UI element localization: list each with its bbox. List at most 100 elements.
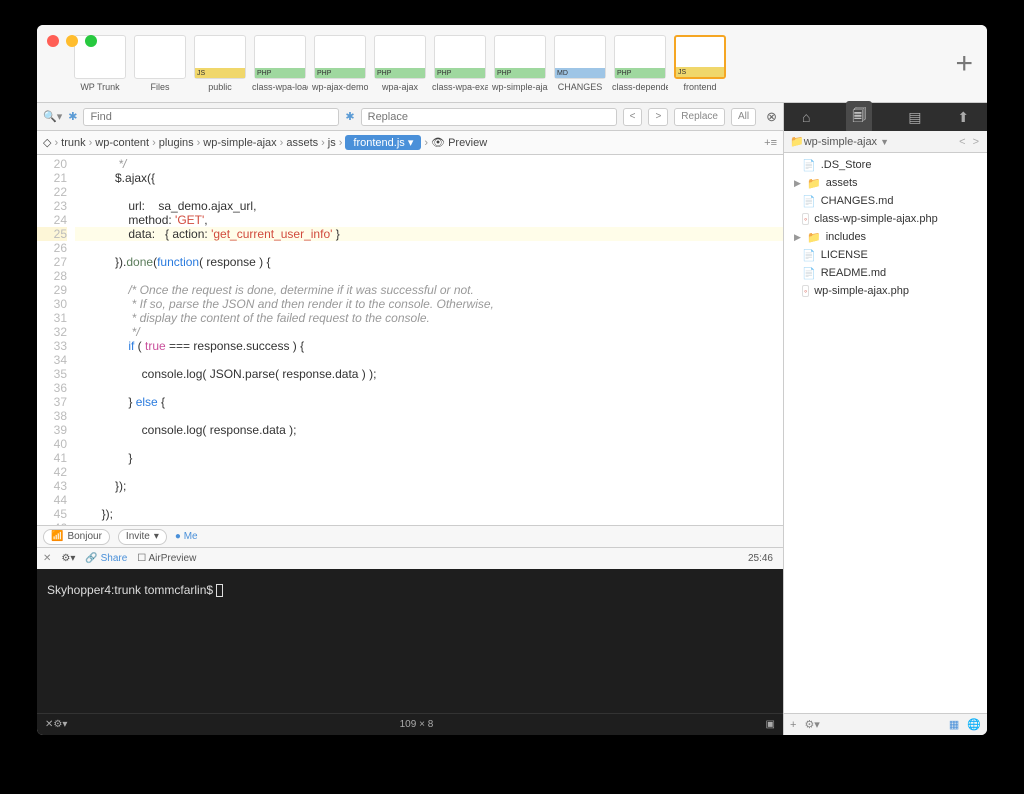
code-line[interactable]: }).done(function( response ) { <box>75 255 783 269</box>
file-assets[interactable]: ▶📁assets <box>784 174 987 192</box>
code-line[interactable]: if ( true === response.success ) { <box>75 339 783 353</box>
gear-icon[interactable]: ⚙▾ <box>61 553 75 564</box>
home-icon[interactable]: ⌂ <box>802 109 810 125</box>
code-line[interactable]: */ <box>75 157 783 171</box>
code-line[interactable]: * If so, parse the JSON and then render … <box>75 297 783 311</box>
crumb-js[interactable]: js <box>328 137 336 149</box>
replace-input[interactable] <box>361 108 617 126</box>
replace-button[interactable]: Replace <box>674 108 725 126</box>
code-line[interactable]: console.log( JSON.parse( response.data )… <box>75 367 783 381</box>
code-line[interactable] <box>75 381 783 395</box>
close-window[interactable] <box>47 35 59 47</box>
code-line[interactable] <box>75 409 783 423</box>
code-line[interactable] <box>75 185 783 199</box>
crumb-wp-content[interactable]: wp-content <box>95 137 149 149</box>
tab-frontend[interactable]: JSfrontend <box>672 35 728 92</box>
line-number: 29 <box>37 283 67 297</box>
file-readme-md[interactable]: 📄README.md <box>784 264 987 282</box>
share-button[interactable]: 🔗 Share <box>85 553 127 564</box>
file-nav[interactable]: < > <box>959 136 981 148</box>
minimize-window[interactable] <box>66 35 78 47</box>
file-wp-simple-ajax-php[interactable]: ◦wp-simple-ajax.php <box>784 282 987 300</box>
tab-wp-ajax-demo[interactable]: PHPwp-ajax-demo <box>312 35 368 92</box>
code-line[interactable] <box>75 493 783 507</box>
tab-changes[interactable]: MDCHANGES <box>552 35 608 92</box>
code-line[interactable]: url: sa_demo.ajax_url, <box>75 199 783 213</box>
zoom-window[interactable] <box>85 35 97 47</box>
crumb-plugins[interactable]: plugins <box>159 137 194 149</box>
terminal-expand-icon[interactable]: ▣ <box>766 719 775 730</box>
invite-button[interactable]: Invite ▾ <box>118 529 167 545</box>
tab-public[interactable]: JSpublic <box>192 35 248 92</box>
preview-button[interactable]: 👁 Preview <box>431 136 487 149</box>
view-remote-icon[interactable]: 🌐 <box>967 718 981 731</box>
upload-icon[interactable]: ⬆ <box>957 109 969 126</box>
terminal-footer-gear-icon[interactable]: ⚙▾ <box>53 719 67 730</box>
code-line[interactable]: */ <box>75 325 783 339</box>
terminal-footer-close-icon[interactable]: ✕ <box>45 719 53 730</box>
file-includes[interactable]: ▶📁includes <box>784 228 987 246</box>
line-number: 27 <box>37 255 67 269</box>
code-line[interactable] <box>75 241 783 255</box>
search-icon[interactable]: 🔍▾ <box>43 110 62 123</box>
code-line[interactable]: data: { action: 'get_current_user_info' … <box>75 227 783 241</box>
file--ds_store[interactable]: 📄.DS_Store <box>784 156 987 174</box>
tab-class-wpa-loader[interactable]: PHPclass-wpa-loader <box>252 35 308 92</box>
add-file-icon[interactable]: + <box>790 719 796 731</box>
crumb-trunk[interactable]: trunk <box>61 137 85 149</box>
line-number: 28 <box>37 269 67 283</box>
current-file-pill[interactable]: frontend.js ▾ <box>345 135 421 150</box>
doc-icon[interactable]: ▤ <box>908 109 921 126</box>
find-input[interactable] <box>83 108 339 126</box>
symbol-icon[interactable]: ◇ <box>43 136 51 149</box>
crumb-wp-simple-ajax[interactable]: wp-simple-ajax <box>203 137 276 149</box>
regex-replace-icon[interactable]: ✱ <box>345 110 354 123</box>
tab-class-wpa-example[interactable]: PHPclass-wpa-example <box>432 35 488 92</box>
file-changes-md[interactable]: 📄CHANGES.md <box>784 192 987 210</box>
airpreview-button[interactable]: ☐ AirPreview <box>137 553 196 564</box>
tab-class-dependency-[interactable]: PHPclass-dependency- <box>612 35 668 92</box>
new-tab-button[interactable]: + <box>955 47 973 81</box>
code-area[interactable]: */ $.ajax({ url: sa_demo.ajax_url, metho… <box>75 155 783 525</box>
file-class-wp-simple-ajax-php[interactable]: ◦class-wp-simple-ajax.php <box>784 210 987 228</box>
code-line[interactable]: /* Once the request is done, determine i… <box>75 283 783 297</box>
code-line[interactable] <box>75 437 783 451</box>
code-editor[interactable]: 2021222324252627282930313233343536373839… <box>37 155 783 525</box>
bonjour-button[interactable]: 📶 Bonjour <box>43 529 110 545</box>
file-license[interactable]: 📄LICENSE <box>784 246 987 264</box>
line-number: 25 <box>37 227 67 241</box>
me-indicator: ● Me <box>175 531 198 542</box>
code-line[interactable] <box>75 269 783 283</box>
folder-dropdown-icon[interactable]: ▼ <box>880 137 889 147</box>
crumb-nav[interactable]: +≡ <box>764 137 777 149</box>
code-line[interactable]: } else { <box>75 395 783 409</box>
right-panel-tabs: ⌂ 🗐 ▤ ⬆ <box>784 103 987 131</box>
files-icon[interactable]: 🗐 <box>846 101 872 133</box>
nav-next-button[interactable]: > <box>648 108 668 126</box>
terminal-close-icon[interactable]: ✕ <box>43 553 51 564</box>
code-line[interactable]: }); <box>75 479 783 493</box>
code-line[interactable]: $.ajax({ <box>75 171 783 185</box>
file-gear-icon[interactable]: ⚙▾ <box>804 718 819 731</box>
code-line[interactable]: }); <box>75 507 783 521</box>
tab-files[interactable]: Files <box>132 35 188 92</box>
nav-prev-button[interactable]: < <box>623 108 643 126</box>
crumb-assets[interactable]: assets <box>286 137 318 149</box>
line-number: 26 <box>37 241 67 255</box>
close-search-icon[interactable]: ⊗ <box>766 109 777 125</box>
root-folder[interactable]: wp-simple-ajax <box>804 136 877 148</box>
view-local-icon[interactable]: ▦ <box>949 718 959 731</box>
replace-all-button[interactable]: All <box>731 108 756 126</box>
code-line[interactable]: console.log( response.data ); <box>75 423 783 437</box>
regex-icon[interactable]: ✱ <box>68 110 77 123</box>
breadcrumb: ◇ › trunk›wp-content›plugins›wp-simple-a… <box>37 131 783 155</box>
code-line[interactable]: * display the content of the failed requ… <box>75 311 783 325</box>
tab-wp-simple-ajax[interactable]: PHPwp-simple-ajax <box>492 35 548 92</box>
code-line[interactable] <box>75 465 783 479</box>
code-line[interactable]: method: 'GET', <box>75 213 783 227</box>
terminal[interactable]: Skyhopper4:trunk tommcfarlin$ <box>37 569 783 713</box>
line-number: 45 <box>37 507 67 521</box>
code-line[interactable]: } <box>75 451 783 465</box>
tab-wpa-ajax[interactable]: PHPwpa-ajax <box>372 35 428 92</box>
code-line[interactable] <box>75 353 783 367</box>
